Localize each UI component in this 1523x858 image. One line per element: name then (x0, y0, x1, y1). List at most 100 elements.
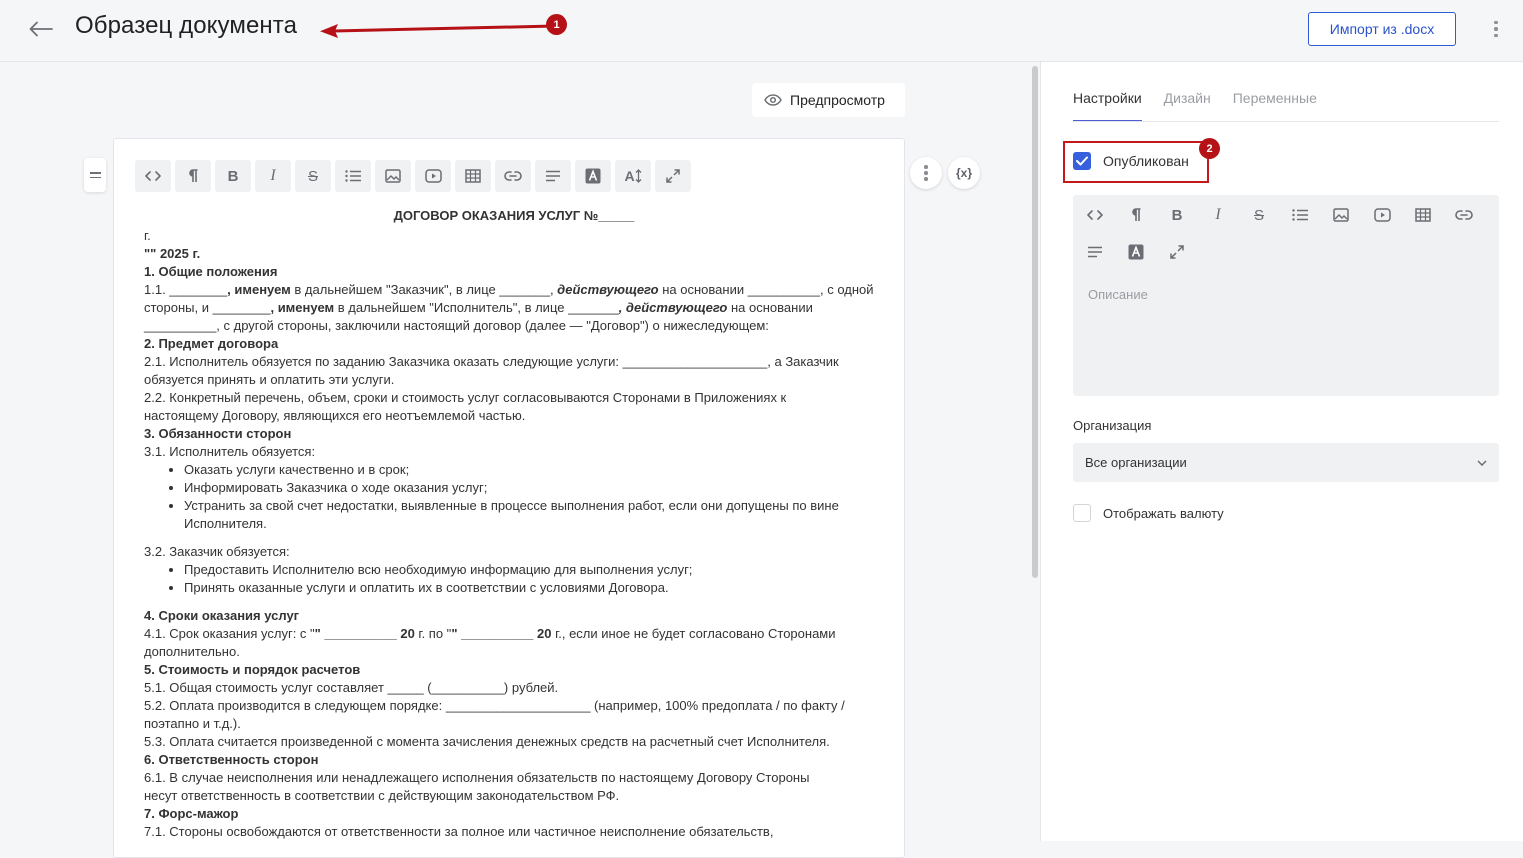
text-run: в дальнейшем "Исполнитель", в лице _____… (334, 300, 619, 315)
italic-icon[interactable]: I (255, 160, 291, 192)
section-heading: 4. Сроки оказания услуг (144, 607, 884, 625)
list-item: Оказать услуги качественно и в срок; (184, 461, 884, 479)
chevron-down-icon (1477, 459, 1487, 466)
doc-line: "" 2025 г. (144, 245, 884, 263)
video-icon[interactable] (1364, 199, 1400, 231)
bullet-list: Предоставить Исполнителю всю необходимую… (144, 561, 884, 597)
table-icon[interactable] (455, 160, 491, 192)
text-run: 4.1. Срок оказания услуг: с " (144, 626, 315, 641)
heading-text: 5. Стоимость и порядок расчетов (144, 662, 361, 677)
section-heading: 2. Предмет договора (144, 335, 884, 353)
editor-toolbar: B I S A (135, 160, 691, 192)
text-run: г., если иное не будет согласовано Сторо… (551, 626, 836, 641)
doc-paragraph: 3.1. Исполнитель обязуется: (144, 444, 316, 459)
tab-design[interactable]: Дизайн (1164, 90, 1211, 122)
doc-paragraph: поэтапно и т.д.). (144, 716, 241, 731)
tab-variables[interactable]: Переменные (1233, 90, 1317, 122)
block-menu-icon[interactable] (910, 157, 942, 189)
bold-icon[interactable]: B (215, 160, 251, 192)
expand-icon[interactable] (1159, 236, 1195, 268)
tab-settings[interactable]: Настройки (1073, 90, 1142, 122)
currency-label: Отображать валюту (1103, 505, 1224, 521)
published-toggle[interactable]: Опубликован (1073, 152, 1189, 170)
import-docx-button[interactable]: Импорт из .docx (1308, 12, 1456, 46)
doc-date: "" 2025 г. (144, 246, 201, 261)
description-placeholder: Описание (1088, 287, 1148, 302)
scrollbar[interactable] (1032, 66, 1038, 578)
doc-paragraph: обязуется принять и оплатить эти услуги. (144, 372, 395, 387)
text-run: , действующего (618, 300, 728, 315)
align-icon[interactable] (1077, 236, 1113, 268)
list-item: Устранить за свой счет недостатки, выявл… (184, 497, 884, 533)
back-arrow-icon[interactable] (26, 14, 56, 44)
text-run: г. по " (414, 626, 452, 641)
code-icon[interactable] (1077, 199, 1113, 231)
preview-button[interactable]: Предпросмотр (752, 83, 905, 117)
annotation-badge-2: 2 (1199, 138, 1220, 159)
text-run: на основании (727, 300, 813, 315)
description-toolbar: B I S (1077, 199, 1489, 268)
text-run: " __________ 20 (451, 626, 552, 641)
image-icon[interactable] (1323, 199, 1359, 231)
drag-handle-icon[interactable] (84, 158, 106, 192)
organization-value: Все организации (1085, 455, 1187, 470)
video-icon[interactable] (415, 160, 451, 192)
text-run: стороны, и ________ (144, 300, 271, 315)
doc-paragraph: 6.1. В случае неисполнения или ненадлежа… (144, 770, 810, 785)
list-item: Предоставить Исполнителю всю необходимую… (184, 561, 884, 579)
strikethrough-icon[interactable]: S (295, 160, 331, 192)
expand-icon[interactable] (655, 160, 691, 192)
currency-toggle[interactable]: Отображать валюту (1073, 504, 1224, 522)
bullet-list-icon[interactable] (335, 160, 371, 192)
text-run: , именуем (227, 282, 291, 297)
strikethrough-icon[interactable]: S (1241, 199, 1277, 231)
bold-icon[interactable]: B (1159, 199, 1195, 231)
heading-text: 4. Сроки оказания услуг (144, 608, 300, 623)
doc-line: г. (144, 228, 151, 243)
image-icon[interactable] (375, 160, 411, 192)
doc-paragraph: 4.1. Срок оказания услуг: с "" _________… (144, 625, 884, 643)
bullet-list-icon[interactable] (1282, 199, 1318, 231)
organization-select[interactable]: Все организации (1073, 443, 1499, 482)
tabs-divider (1073, 121, 1499, 122)
doc-paragraph: стороны, и ________, именуем в дальнейше… (144, 299, 884, 317)
published-checkbox[interactable] (1073, 152, 1091, 170)
paragraph-icon[interactable] (175, 160, 211, 192)
heading-text: 7. Форс-мажор (144, 806, 239, 821)
doc-paragraph: __________, с другой стороны, заключили … (144, 318, 769, 333)
document-body[interactable]: ДОГОВОР ОКАЗАНИЯ УСЛУГ №_____ г. "" 2025… (144, 207, 884, 841)
paragraph-icon[interactable] (1118, 199, 1154, 231)
list-item: Информировать Заказчика о ходе оказания … (184, 479, 884, 497)
document-title: ДОГОВОР ОКАЗАНИЯ УСЛУГ №_____ (393, 208, 635, 223)
organization-label: Организация (1073, 418, 1152, 433)
more-menu-icon[interactable] (1486, 16, 1506, 42)
doc-paragraph: 5.3. Оплата считается произведенной с мо… (144, 734, 830, 749)
text-run: в дальнейшем "Заказчик", в лице _______, (290, 282, 558, 297)
currency-checkbox[interactable] (1073, 504, 1091, 522)
header: Образец документа Импорт из .docx (0, 0, 1523, 62)
description-editor[interactable]: B I S Описание (1073, 195, 1499, 396)
heading-text: 1. Общие положения (144, 264, 278, 279)
text-color-icon[interactable] (1118, 236, 1154, 268)
text-color-icon[interactable] (575, 160, 611, 192)
variables-button[interactable]: {x} (948, 157, 980, 189)
bullet-list: Оказать услуги качественно и в срок; Инф… (144, 461, 884, 533)
preview-label: Предпросмотр (790, 92, 885, 108)
doc-paragraph: 3.2. Заказчик обязуется: (144, 544, 290, 559)
checkmark-icon (1076, 156, 1088, 166)
link-icon[interactable] (495, 160, 531, 192)
font-size-icon[interactable]: A (615, 160, 651, 192)
code-icon[interactable] (135, 160, 171, 192)
align-icon[interactable] (535, 160, 571, 192)
text-run: на основании __________, с одной (658, 282, 874, 297)
heading-text: 3. Обязанности сторон (144, 426, 292, 441)
italic-icon[interactable]: I (1200, 199, 1236, 231)
panel-tabs: Настройки Дизайн Переменные (1073, 90, 1317, 122)
doc-paragraph: настоящему Договору, являющихся его неот… (144, 408, 526, 423)
section-heading: 3. Обязанности сторон (144, 425, 884, 443)
eye-icon (764, 94, 782, 106)
doc-paragraph: 2.1. Исполнитель обязуется по заданию За… (144, 354, 839, 369)
link-icon[interactable] (1446, 199, 1482, 231)
text-run: " __________ 20 (314, 626, 415, 641)
table-icon[interactable] (1405, 199, 1441, 231)
